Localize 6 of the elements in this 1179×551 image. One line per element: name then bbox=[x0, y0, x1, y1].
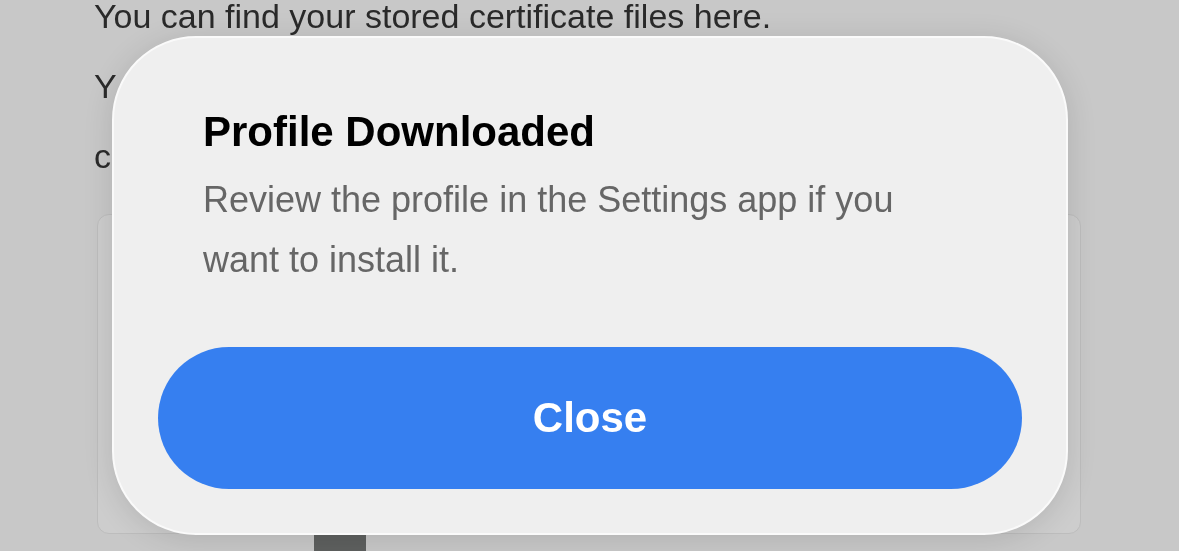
dialog-title: Profile Downloaded bbox=[202, 107, 597, 157]
body-text: c bbox=[94, 138, 111, 174]
body-text: Y bbox=[94, 68, 117, 104]
dialog-message: Review the profile in the Settings app if you want to install it. bbox=[202, 178, 895, 282]
body-text: You can find your stored certificate files here. bbox=[94, 0, 772, 34]
close-button[interactable]: Close bbox=[158, 347, 1022, 489]
